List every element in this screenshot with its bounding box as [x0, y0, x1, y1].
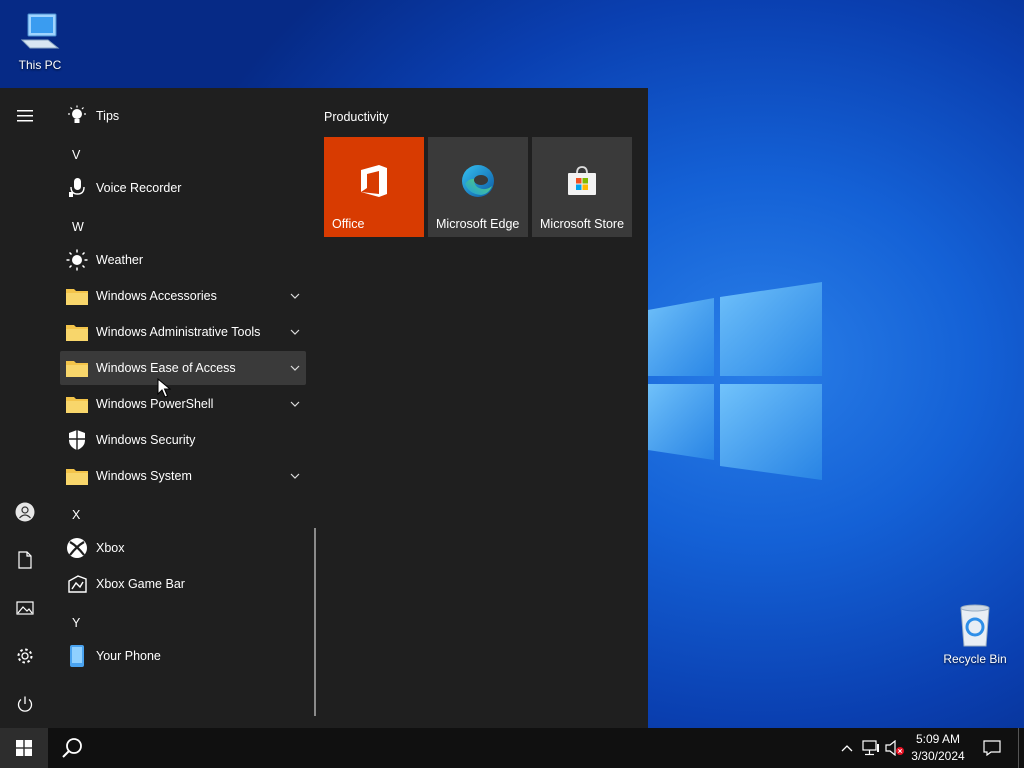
documents-button[interactable] — [0, 540, 50, 580]
gear-icon — [17, 648, 33, 664]
app-label: Windows Administrative Tools — [96, 325, 261, 339]
desktop-icon-this-pc[interactable]: This PC — [0, 10, 80, 72]
picture-icon — [16, 601, 34, 615]
chevron-down-icon[interactable] — [284, 329, 306, 335]
app-windows-security[interactable]: Windows Security — [60, 423, 306, 457]
shield-icon — [63, 427, 91, 453]
recycle-bin-icon — [960, 604, 990, 647]
chevron-down-icon[interactable] — [284, 293, 306, 299]
folder-windows-powershell[interactable]: Windows PowerShell — [60, 387, 306, 421]
hamburger-icon — [17, 110, 33, 122]
app-xbox-game-bar[interactable]: Xbox Game Bar — [60, 567, 306, 601]
folder-windows-ease-of-access[interactable]: Windows Ease of Access — [60, 351, 306, 385]
folder-icon — [63, 391, 91, 417]
app-voice-recorder[interactable]: Voice Recorder — [60, 171, 306, 205]
desktop-icon-recycle-bin[interactable]: Recycle Bin — [935, 602, 1015, 666]
tile-label: Office — [332, 217, 365, 231]
start-menu: Tips V Voice Recorder W Weather Windows … — [0, 88, 648, 728]
section-letter-y[interactable]: Y — [72, 616, 80, 630]
app-label: Windows Accessories — [96, 289, 217, 303]
show-hidden-icons-button[interactable] — [836, 728, 858, 768]
power-icon — [17, 696, 33, 712]
network-button[interactable] — [860, 728, 882, 768]
expand-menu-button[interactable] — [0, 96, 50, 136]
app-your-phone[interactable]: Your Phone — [60, 639, 306, 673]
app-label: Weather — [96, 253, 144, 267]
section-letter-w[interactable]: W — [72, 220, 84, 234]
store-bag-icon — [568, 166, 596, 195]
folder-icon — [63, 319, 91, 345]
mouse-pointer-icon — [157, 378, 171, 398]
sun-icon — [63, 247, 91, 273]
app-tips[interactable]: Tips — [60, 99, 306, 133]
clock-date: 3/30/2024 — [911, 749, 965, 763]
app-label: Xbox Game Bar — [96, 577, 185, 591]
app-label: Voice Recorder — [96, 181, 182, 195]
windows-start-icon — [16, 740, 32, 756]
show-desktop-button[interactable] — [1018, 728, 1019, 768]
start-button[interactable] — [0, 728, 48, 768]
edge-logo-icon — [462, 165, 494, 197]
app-label: Windows Ease of Access — [96, 361, 236, 375]
document-icon — [18, 551, 32, 569]
tile-office[interactable]: Office — [324, 137, 424, 237]
chevron-down-icon[interactable] — [284, 365, 306, 371]
app-label: Xbox — [96, 541, 125, 555]
chevron-down-icon[interactable] — [284, 473, 306, 479]
desktop-icon-label: Recycle Bin — [943, 652, 1007, 666]
tile-microsoft-edge[interactable]: Microsoft Edge — [428, 137, 528, 237]
pictures-button[interactable] — [0, 588, 50, 628]
lightbulb-icon — [63, 103, 91, 129]
tile-microsoft-store[interactable]: Microsoft Store — [532, 137, 632, 237]
account-button[interactable] — [0, 492, 50, 532]
settings-button[interactable] — [0, 636, 50, 676]
network-icon — [862, 740, 879, 756]
chevron-up-icon — [841, 745, 853, 752]
section-letter-v[interactable]: V — [72, 148, 80, 162]
app-xbox[interactable]: Xbox — [60, 531, 306, 565]
app-label: Windows System — [96, 469, 192, 483]
clock-time: 5:09 AM — [915, 732, 961, 746]
tile-group-title[interactable]: Productivity — [324, 110, 389, 124]
search-icon — [62, 738, 82, 758]
app-label: Tips — [96, 109, 120, 123]
tile-label: Microsoft Store — [540, 217, 625, 231]
app-label: Windows PowerShell — [96, 397, 214, 411]
folder-windows-system[interactable]: Windows System — [60, 459, 306, 493]
folder-windows-administrative-tools[interactable]: Windows Administrative Tools — [60, 315, 306, 349]
game-bar-icon — [63, 571, 91, 597]
app-label: Your Phone — [96, 649, 161, 663]
computer-icon — [20, 13, 60, 49]
power-button[interactable] — [0, 684, 50, 724]
xbox-icon — [63, 535, 91, 561]
taskbar: 5:09 AM 3/30/2024 — [0, 728, 1024, 768]
microphone-icon — [63, 175, 91, 201]
folder-icon — [63, 355, 91, 381]
folder-icon — [63, 283, 91, 309]
app-weather[interactable]: Weather — [60, 243, 306, 277]
clock[interactable]: 5:09 AM 3/30/2024 — [904, 731, 972, 765]
app-label: Windows Security — [96, 433, 196, 447]
action-center-button[interactable] — [980, 728, 1004, 768]
notification-icon — [983, 740, 1001, 756]
app-list-scrollbar[interactable] — [314, 528, 316, 716]
section-letter-x[interactable]: X — [72, 508, 80, 522]
office-logo-icon — [361, 165, 387, 197]
desktop-icon-label: This PC — [18, 58, 62, 72]
user-icon — [15, 502, 35, 522]
volume-button[interactable] — [884, 728, 906, 768]
windows-logo-wallpaper — [648, 282, 822, 480]
chevron-down-icon[interactable] — [284, 401, 306, 407]
tile-label: Microsoft Edge — [436, 217, 520, 231]
speaker-muted-icon — [885, 740, 904, 756]
search-button[interactable] — [48, 728, 96, 768]
phone-icon — [63, 643, 91, 669]
start-rail — [0, 88, 50, 728]
folder-windows-accessories[interactable]: Windows Accessories — [60, 279, 306, 313]
folder-icon — [63, 463, 91, 489]
app-list: Tips V Voice Recorder W Weather Windows … — [58, 88, 308, 728]
